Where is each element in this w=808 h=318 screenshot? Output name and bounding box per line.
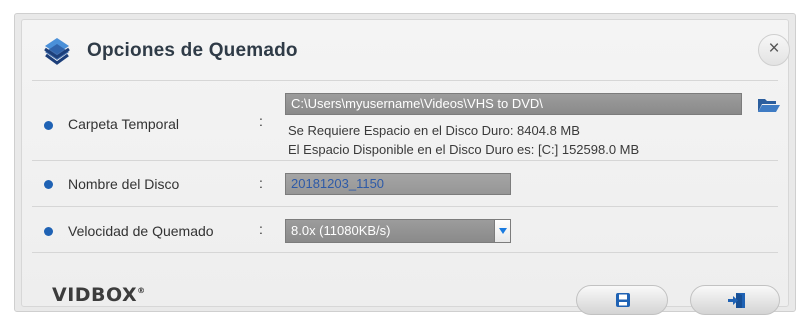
colon: :	[259, 175, 263, 191]
brand-logo: VIDBOX®	[52, 284, 146, 306]
layers-logo-icon	[44, 38, 70, 65]
exit-button[interactable]	[690, 285, 780, 315]
available-space-text: El Espacio Disponible en el Disco Duro e…	[288, 142, 640, 157]
close-icon: ×	[768, 38, 780, 59]
divider	[32, 80, 778, 81]
colon: :	[259, 221, 263, 237]
folder-open-icon[interactable]	[756, 95, 782, 115]
temp-folder-path-field[interactable]: C:\Users\myusername\Videos\VHS to DVD\	[285, 93, 742, 115]
close-button[interactable]: ×	[758, 34, 790, 66]
disc-name-label: Nombre del Disco	[68, 176, 180, 192]
dialog-title: Opciones de Quemado	[87, 40, 298, 61]
colon: :	[259, 113, 263, 129]
required-space-text: Se Requiere Espacio en el Disco Duro: 84…	[288, 123, 580, 138]
chevron-down-icon[interactable]	[494, 220, 510, 242]
exit-icon	[728, 293, 745, 308]
divider	[32, 206, 778, 207]
bullet-icon	[44, 121, 53, 130]
divider	[32, 252, 778, 253]
divider	[32, 160, 778, 161]
burn-options-dialog: Opciones de Quemado × Carpeta Temporal :…	[21, 19, 790, 315]
temp-folder-label: Carpeta Temporal	[68, 116, 180, 132]
burn-speed-value: 8.0x (11080KB/s)	[291, 223, 391, 238]
dialog-header: Opciones de Quemado ×	[22, 20, 790, 81]
disc-name-input[interactable]: 20181203_1150	[285, 173, 511, 195]
save-button[interactable]	[576, 285, 668, 315]
bullet-icon	[44, 180, 53, 189]
bullet-icon	[44, 227, 53, 236]
burn-speed-select[interactable]: 8.0x (11080KB/s)	[285, 219, 511, 243]
save-icon	[616, 293, 630, 307]
burn-speed-label: Velocidad de Quemado	[68, 223, 214, 239]
